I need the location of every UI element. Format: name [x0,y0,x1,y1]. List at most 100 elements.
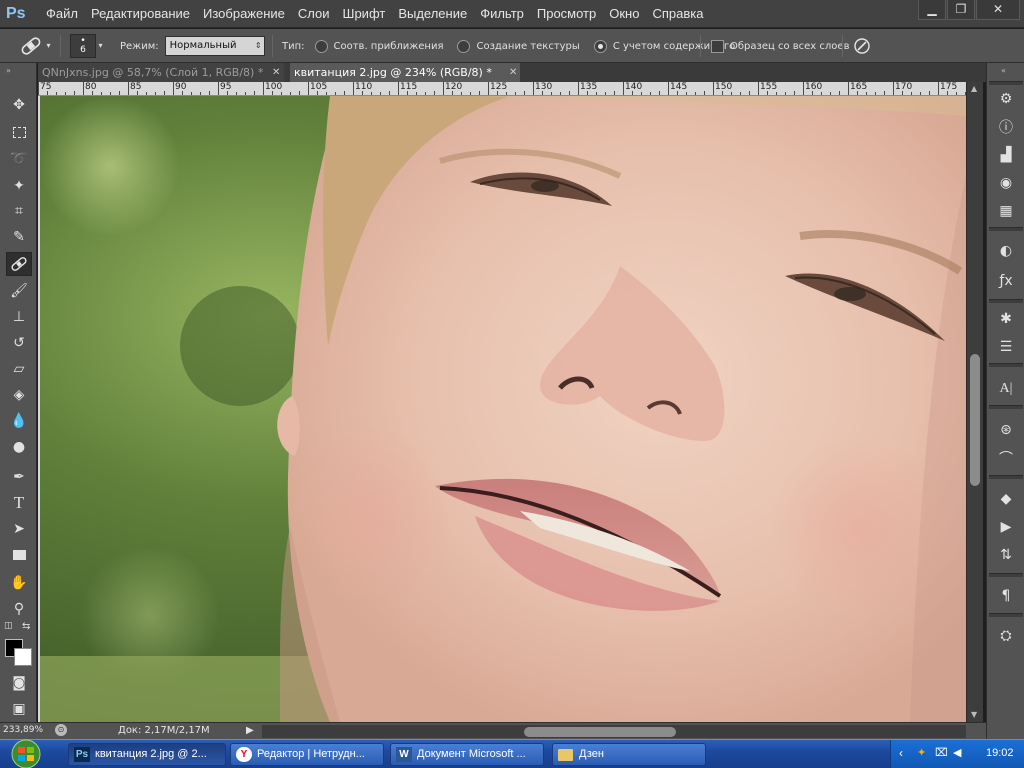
history-icon[interactable]: ⇅ [994,544,1018,566]
tool-preset-picker[interactable]: ▾ [18,29,53,63]
taskbar-folder-dzen[interactable]: Дзен [552,743,706,766]
marquee-tool-icon[interactable] [6,120,32,144]
screen-mode-icon[interactable]: ▣ [6,697,32,721]
menu-window[interactable]: Окно [609,0,639,28]
pressure-size-button[interactable] [852,29,872,63]
navigator-icon[interactable]: ⚙ [994,88,1018,110]
clock[interactable]: 19:02 [986,747,1014,759]
brush-tool-icon[interactable]: 🖌 [6,279,32,303]
layers-icon[interactable]: ◆ [994,488,1018,510]
clone-stamp-tool-icon[interactable]: ⊥ [6,305,32,329]
info-icon[interactable]: ⓘ [994,116,1018,138]
character-icon[interactable]: A| [994,378,1018,400]
ruler-minor-tick [119,91,120,95]
menu-edit[interactable]: Редактирование [91,0,190,28]
zoom-level[interactable]: 233,89% [3,725,43,735]
collapse-arrows-icon[interactable]: « [1001,66,1006,75]
horizontal-scrollbar[interactable] [262,725,966,738]
radio-create-texture[interactable] [457,39,471,53]
ruler-minor-tick [911,92,912,95]
type-tool-icon[interactable]: T [6,491,32,515]
scroll-up-arrow-icon[interactable]: ▲ [971,84,977,93]
magic-wand-tool-icon[interactable]: ✦ [6,174,32,198]
dodge-tool-icon[interactable]: ● [6,435,32,459]
sample-all-layers-checkbox[interactable] [711,39,724,53]
brush-size-picker[interactable]: • 6 ▾ [70,29,105,63]
paths-icon[interactable]: ⌒ [994,447,1018,469]
path-selection-tool-icon[interactable]: ➤ [6,517,32,541]
color-palette-icon[interactable]: ◉ [994,172,1018,194]
histogram-icon[interactable]: ▟ [994,144,1018,166]
radio-content-aware[interactable] [593,39,607,53]
minimize-button[interactable]: ▁ [918,0,946,20]
brush-presets-icon[interactable]: ✱ [994,308,1018,330]
vertical-scrollbar[interactable]: ▲ ▼ [966,82,983,722]
default-colors-icon[interactable]: ◫ [4,621,13,631]
lasso-tool-icon[interactable]: ➰ [6,147,32,171]
horizontal-scrollbar-thumb[interactable] [524,727,676,737]
tab-kvitanciya[interactable]: квитанция 2.jpg @ 234% (RGB/8) * [290,63,520,82]
start-button[interactable] [0,739,52,768]
taskbar-photoshop[interactable]: Ps квитанция 2.jpg @ 2... [68,743,226,766]
rectangle-tool-icon[interactable] [6,543,32,567]
paragraph-icon[interactable]: ¶ [994,585,1018,607]
scroll-down-arrow-icon[interactable]: ▼ [971,710,977,719]
menu-filter[interactable]: Фильтр [480,0,524,28]
close-tab-icon[interactable]: ✕ [509,63,517,82]
tray-expand-icon[interactable]: ‹ [899,746,903,760]
ruler-minor-tick [866,92,867,95]
swatches-icon[interactable]: ▦ [994,200,1018,222]
hand-tool-icon[interactable]: ✋ [6,571,32,595]
windows-taskbar: Ps квитанция 2.jpg @ 2... Y Редактор | Н… [0,739,1024,768]
restore-button[interactable]: ❐ [947,0,975,20]
vertical-scrollbar-thumb[interactable] [970,354,980,486]
quick-mask-icon[interactable]: ◙ [6,671,32,695]
taskbar-yandex-browser[interactable]: Y Редактор | Нетрудн... [230,743,384,766]
network-icon[interactable]: ⌧ [935,746,948,759]
eraser-tool-icon[interactable]: ▱ [6,357,32,381]
volume-icon[interactable]: ◀ [953,746,961,759]
menu-file[interactable]: Файл [46,0,78,28]
eyedropper-tool-icon[interactable]: ✎ [6,225,32,249]
background-color-swatch[interactable] [14,648,32,666]
channels-icon[interactable]: ⊛ [994,419,1018,441]
menu-image[interactable]: Изображение [203,0,285,28]
ruler-minor-tick [821,92,822,95]
pen-tool-icon[interactable]: ✒ [6,465,32,489]
ruler-minor-tick [425,92,426,95]
task-label: Редактор | Нетрудн... [257,748,365,760]
menu-layers[interactable]: Слои [298,0,330,28]
ruler-major-tick [263,82,264,95]
menu-type[interactable]: Шрифт [343,0,386,28]
ruler-minor-tick [245,92,246,95]
move-tool-icon[interactable]: ✥ [6,93,32,117]
tool-presets-icon[interactable]: ⛭ [994,625,1018,647]
radio-proximity-match[interactable] [314,39,328,53]
menu-select[interactable]: Выделение [398,0,467,28]
menu-help[interactable]: Справка [652,0,703,28]
tab-qnnjxns[interactable]: QNnJxns.jpg @ 58,7% (Слой 1, RGB/8) * [38,63,284,82]
zoom-tool-icon[interactable]: ⚲ [6,597,32,621]
paint-bucket-tool-icon[interactable]: ◈ [6,383,32,407]
spot-healing-tool-icon[interactable] [6,252,32,276]
crop-tool-icon[interactable]: ⌗ [6,199,32,223]
status-info-icon[interactable]: ⊙ [55,724,67,736]
document-canvas[interactable] [40,96,966,722]
adjustments-icon[interactable]: ◐ [994,240,1018,262]
taskbar-word[interactable]: W Документ Microsoft ... [390,743,544,766]
brush-panel-icon[interactable]: ☰ [994,336,1018,358]
ruler-label: 115 [400,82,418,92]
mode-select[interactable]: Нормальный ⇕ [164,36,265,56]
close-tab-icon[interactable]: ✕ [272,63,280,82]
styles-icon[interactable]: ƒx [994,270,1018,292]
collapse-arrows-icon[interactable]: » [6,66,11,75]
history-brush-tool-icon[interactable]: ↺ [6,331,32,355]
menu-view[interactable]: Просмотр [537,0,596,28]
swap-colors-icon[interactable]: ⇆ [22,621,30,632]
actions-icon[interactable]: ▶ [994,516,1018,538]
ruler-minor-tick [515,92,516,95]
close-button[interactable]: ✕ [976,0,1020,20]
tray-app-icon[interactable]: ✦ [917,746,926,759]
status-menu-arrow-icon[interactable]: ▶ [246,725,254,736]
blur-tool-icon[interactable]: 💧 [6,409,32,433]
